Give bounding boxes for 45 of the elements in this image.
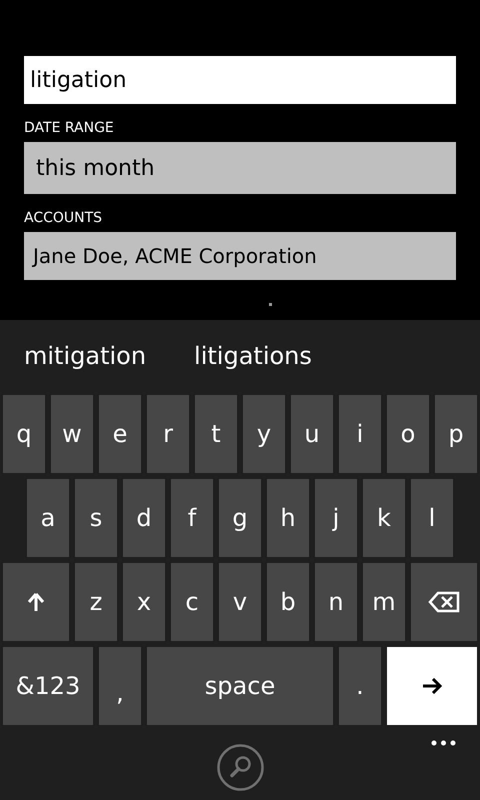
- shift-key[interactable]: [3, 563, 69, 641]
- letter-key[interactable]: e: [99, 395, 141, 473]
- letter-key[interactable]: a: [27, 479, 69, 557]
- letter-key[interactable]: t: [195, 395, 237, 473]
- symbols-key[interactable]: &123: [3, 647, 93, 725]
- letter-key[interactable]: z: [75, 563, 117, 641]
- letter-key[interactable]: m: [363, 563, 405, 641]
- up-arrow-icon: [27, 592, 45, 612]
- period-key[interactable]: .: [339, 647, 381, 725]
- letter-key[interactable]: l: [411, 479, 453, 557]
- letter-key[interactable]: p: [435, 395, 477, 473]
- dropdown-field[interactable]: this month: [24, 142, 456, 194]
- letter-key[interactable]: f: [171, 479, 213, 557]
- letter-key[interactable]: x: [123, 563, 165, 641]
- more-icon[interactable]: [430, 739, 457, 747]
- space-key[interactable]: space: [147, 647, 333, 725]
- letter-key[interactable]: r: [147, 395, 189, 473]
- comma-key[interactable]: ,: [99, 647, 141, 725]
- backspace-icon: [428, 591, 460, 613]
- letter-key[interactable]: s: [75, 479, 117, 557]
- input-field[interactable]: Jane Doe, ACME Corporation: [24, 232, 456, 280]
- search-field[interactable]: litigation: [24, 56, 456, 104]
- suggestion[interactable]: mitigation: [24, 338, 146, 374]
- suggestion[interactable]: litigations: [194, 338, 312, 374]
- search-icon[interactable]: [217, 744, 264, 791]
- letter-key[interactable]: g: [219, 479, 261, 557]
- letter-key[interactable]: b: [267, 563, 309, 641]
- backspace-key[interactable]: [411, 563, 477, 641]
- right-arrow-icon: [422, 678, 442, 694]
- letter-key[interactable]: k: [363, 479, 405, 557]
- field-label: ACCOUNTS: [24, 210, 102, 226]
- letter-key[interactable]: w: [51, 395, 93, 473]
- letter-key[interactable]: u: [291, 395, 333, 473]
- letter-key[interactable]: v: [219, 563, 261, 641]
- letter-key[interactable]: o: [387, 395, 429, 473]
- letter-key[interactable]: j: [315, 479, 357, 557]
- scroll-indicator: [269, 303, 272, 306]
- letter-key[interactable]: n: [315, 563, 357, 641]
- letter-key[interactable]: h: [267, 479, 309, 557]
- field-label: DATE RANGE: [24, 120, 114, 136]
- letter-key[interactable]: i: [339, 395, 381, 473]
- letter-key[interactable]: c: [171, 563, 213, 641]
- letter-key[interactable]: y: [243, 395, 285, 473]
- letter-key[interactable]: q: [3, 395, 45, 473]
- letter-key[interactable]: d: [123, 479, 165, 557]
